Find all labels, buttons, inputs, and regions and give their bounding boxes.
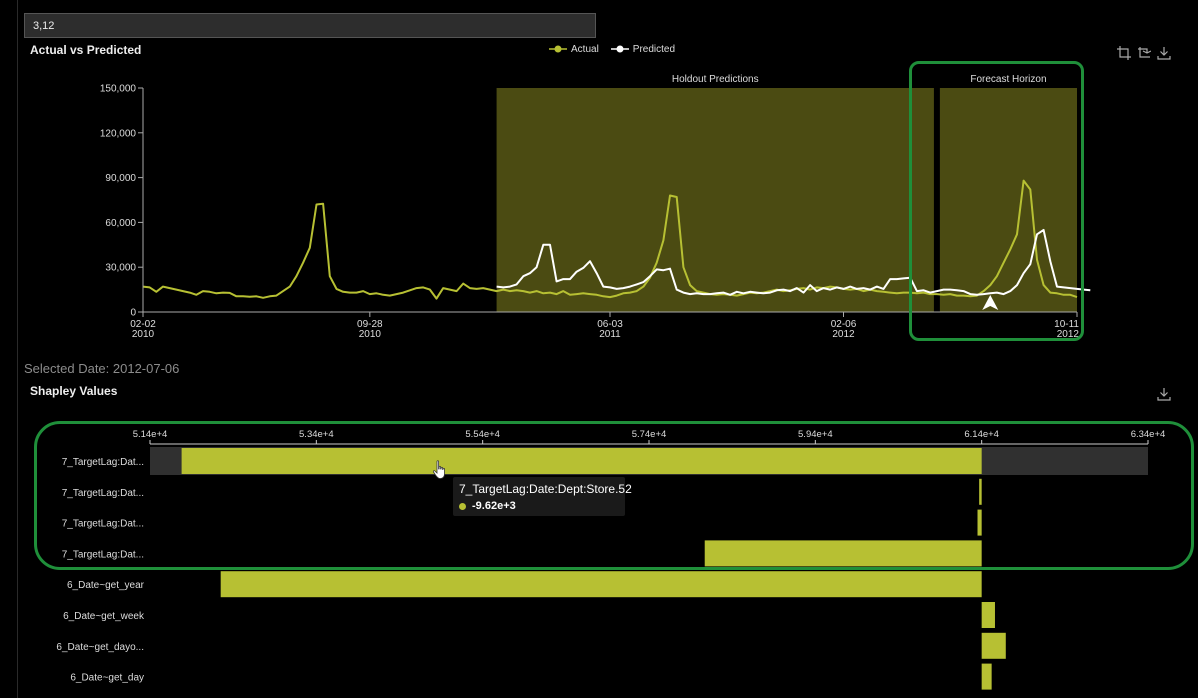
shapley-row-label: 6_Date~get_week xyxy=(63,611,145,622)
y-tick-label: 120,000 xyxy=(100,128,137,139)
x-tick-label-year: 2010 xyxy=(359,329,382,340)
shapley-download-icon[interactable] xyxy=(1157,387,1171,401)
shapley-x-tick-label: 5.34e+4 xyxy=(299,429,334,440)
shapley-bar xyxy=(704,540,982,567)
tooltip-value-row: -9.62e+3 xyxy=(459,500,619,512)
shapley-bar xyxy=(220,571,982,598)
actual-vs-predicted-chart[interactable]: Holdout Predictions Forecast Horizon 0 30,… xyxy=(0,0,1198,345)
band-forecast xyxy=(939,88,1077,312)
selected-date-label: Selected Date: 2012-07-06 xyxy=(24,361,180,376)
shapley-row-label: 7_TargetLag:Dat... xyxy=(62,519,144,530)
hand-cursor-icon xyxy=(432,460,445,479)
tooltip-feature-name: 7_TargetLag:Date:Dept:Store.52 xyxy=(459,482,632,496)
band-holdout xyxy=(496,88,934,312)
shapley-x-tick-label: 5.14e+4 xyxy=(133,429,168,440)
x-tick-label-year: 2012 xyxy=(832,329,855,340)
shapley-bar xyxy=(977,509,982,536)
shapley-row-label: 7_TargetLag:Dat... xyxy=(62,488,144,499)
shapley-x-tick-label: 5.54e+4 xyxy=(465,429,500,440)
band-label-holdout: Holdout Predictions xyxy=(672,74,759,85)
y-tick-label: 30,000 xyxy=(105,263,136,274)
shapley-bar xyxy=(981,632,1006,659)
shapley-bar xyxy=(981,602,995,628)
tooltip-value: -9.62e+3 xyxy=(472,500,516,512)
shapley-row-label: 6_Date~get_dayo... xyxy=(56,642,144,653)
y-tick-label: 0 xyxy=(130,308,136,319)
y-tick-label: 60,000 xyxy=(105,218,136,229)
shapley-x-tick-label: 5.74e+4 xyxy=(632,429,667,440)
shapley-values-title: Shapley Values xyxy=(30,384,118,398)
shapley-bar xyxy=(979,478,982,505)
band-label-forecast: Forecast Horizon xyxy=(970,74,1046,85)
shapley-row-label: 7_TargetLag:Dat... xyxy=(62,457,144,468)
shapley-bar-chart[interactable]: 5.14e+4 5.34e+4 5.54e+4 5.74e+4 5.94e+4 6.14e… xyxy=(0,408,1198,698)
tooltip-color-dot xyxy=(459,502,466,510)
y-tick-label: 90,000 xyxy=(105,173,136,184)
x-tick-label-year: 2010 xyxy=(132,329,155,340)
shapley-x-tick-label: 6.14e+4 xyxy=(964,429,999,440)
shapley-row-label: 6_Date~get_year xyxy=(67,580,145,591)
x-tick-label-year: 2012 xyxy=(1057,329,1080,340)
x-tick-label-year: 2011 xyxy=(599,329,621,340)
shapley-bar xyxy=(181,448,982,474)
shapley-bar xyxy=(981,663,992,690)
shapley-row-label: 7_TargetLag:Dat... xyxy=(62,549,144,560)
y-tick-label: 150,000 xyxy=(100,84,137,95)
shapley-row-label: 6_Date~get_day xyxy=(70,673,144,684)
shapley-tooltip: 7_TargetLag:Date:Dept:Store.52 -9.62e+3 xyxy=(453,477,632,516)
shapley-x-tick-label: 6.34e+4 xyxy=(1131,429,1166,440)
shapley-x-tick-label: 5.94e+4 xyxy=(798,429,833,440)
